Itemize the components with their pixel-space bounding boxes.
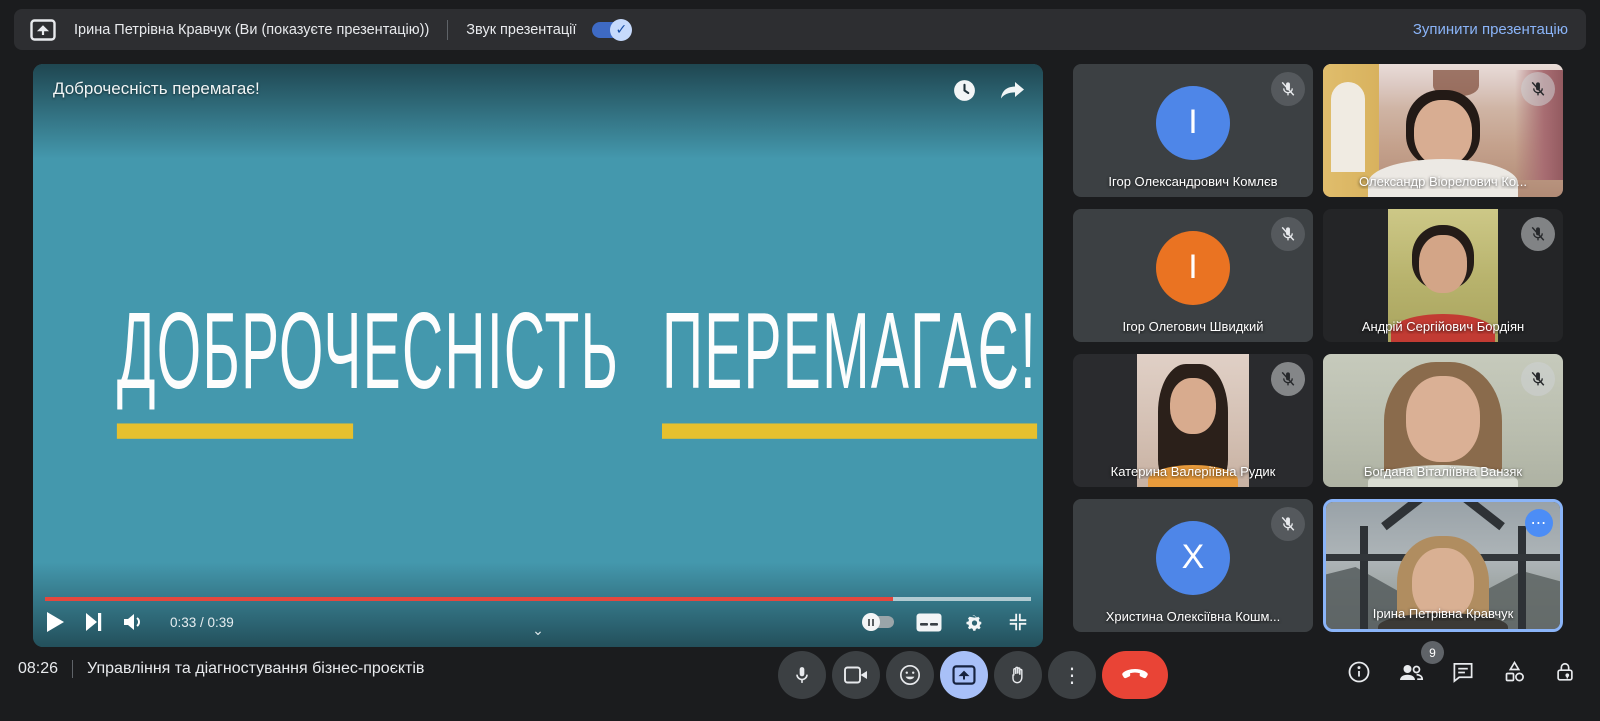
toggle-check-icon: ✓ <box>610 19 632 41</box>
participant-name: Богдана Віталіївна Ванзяк <box>1323 464 1563 479</box>
video-progress-bar[interactable] <box>45 597 1031 601</box>
microphone-button[interactable] <box>778 651 826 699</box>
participant-name: Христина Олексіївна Кошм... <box>1073 609 1313 624</box>
video-controls-bar: 0:33 / 0:39 <box>47 602 1029 642</box>
mic-off-icon <box>1271 362 1305 396</box>
camera-button[interactable] <box>832 651 880 699</box>
next-button[interactable] <box>86 613 102 631</box>
more-options-button[interactable]: ⋯ <box>1525 509 1553 537</box>
mic-off-icon <box>1271 507 1305 541</box>
divider <box>72 660 73 678</box>
collapse-icon[interactable] <box>1007 611 1029 633</box>
clock: 08:26 <box>18 660 58 678</box>
video-progress-played <box>45 597 893 601</box>
reactions-button[interactable] <box>886 651 934 699</box>
participant-name: Андрій Сергійович Бордіян <box>1323 319 1563 334</box>
watch-later-icon[interactable] <box>952 78 977 103</box>
participant-tile[interactable]: Олександр Віорелович Ко... <box>1323 64 1563 197</box>
leave-call-button[interactable] <box>1102 651 1168 699</box>
slide-word-1-block: ДОБРОЧЕСНІСТЬ <box>117 297 619 439</box>
video-title-link[interactable]: Доброчесність перемагає! <box>53 79 260 99</box>
self-view-tile[interactable]: ⋯ Ірина Петрівна Кравчук <box>1323 499 1563 632</box>
mic-off-icon <box>1271 217 1305 251</box>
yellow-underline-1 <box>117 423 353 438</box>
share-icon[interactable] <box>999 80 1027 102</box>
mic-off-icon <box>1521 72 1555 106</box>
participant-name: Катерина Валеріївна Рудик <box>1073 464 1313 479</box>
meeting-title: Управління та діагностування бізнес-проє… <box>87 660 424 678</box>
divider <box>447 20 448 40</box>
presentation-sound-label: Звук презентації <box>466 22 576 38</box>
avatar: Х <box>1156 521 1230 595</box>
present-screen-button[interactable] <box>940 651 988 699</box>
participant-tile[interactable]: Х Христина Олексіївна Кошм... <box>1073 499 1313 632</box>
participant-name: Ігор Олегович Швидкий <box>1073 319 1313 334</box>
more-options-button[interactable]: ⋮ <box>1048 651 1096 699</box>
slide-content: ДОБРОЧЕСНІСТЬ ПЕРЕМАГАЄ! <box>33 308 1043 428</box>
play-button[interactable] <box>47 612 64 632</box>
slide-heading-1: ДОБРОЧЕСНІСТЬ <box>117 297 619 406</box>
participant-name: Олександр Віорелович Ко... <box>1323 174 1563 189</box>
participant-count-badge: 9 <box>1421 641 1444 664</box>
people-panel-button[interactable] <box>1398 661 1424 683</box>
autoplay-pause-icon <box>862 613 880 631</box>
participant-tile[interactable]: Богдана Віталіївна Ванзяк <box>1323 354 1563 487</box>
participant-name: Ірина Петрівна Кравчук <box>1326 606 1560 621</box>
mic-off-icon <box>1271 72 1305 106</box>
meeting-panels <box>1347 660 1576 684</box>
call-controls: ⋮ <box>778 651 1168 699</box>
settings-gear-icon[interactable] <box>964 612 985 633</box>
participant-tile[interactable]: Андрій Сергійович Бордіян <box>1323 209 1563 342</box>
video-time-display: 0:33 / 0:39 <box>170 615 234 630</box>
presentation-top-bar: Ірина Петрівна Кравчук (Ви (показуєте пр… <box>14 9 1586 50</box>
raise-hand-button[interactable] <box>994 651 1042 699</box>
participant-tile[interactable]: Катерина Валеріївна Рудик <box>1073 354 1313 487</box>
mic-off-icon <box>1521 362 1555 396</box>
participant-name: Ігор Олександрович Комлєв <box>1073 174 1313 189</box>
subtitles-icon[interactable] <box>916 613 942 632</box>
mic-off-icon <box>1521 217 1555 251</box>
meeting-details-button[interactable] <box>1347 660 1371 684</box>
slide-word-2-block: ПЕРЕМАГАЄ! <box>662 297 1037 439</box>
participant-grid: І Ігор Олександрович Комлєв Олександр Ві… <box>1073 64 1563 632</box>
present-screen-icon <box>28 18 58 42</box>
participant-tile[interactable]: І Ігор Олегович Швидкий <box>1073 209 1313 342</box>
presentation-sound-toggle[interactable]: ✓ <box>592 22 630 38</box>
host-controls-button[interactable] <box>1554 660 1576 684</box>
yellow-underline-2 <box>662 423 1037 438</box>
presenter-label: Ірина Петрівна Кравчук (Ви (показуєте пр… <box>74 22 429 38</box>
avatar: І <box>1156 231 1230 305</box>
stop-presentation-button[interactable]: Зупинити презентацію <box>1413 21 1568 38</box>
autoplay-toggle[interactable] <box>864 616 894 628</box>
meeting-info: 08:26 Управління та діагностування бізне… <box>18 660 424 678</box>
shared-presentation-video[interactable]: ДОБРОЧЕСНІСТЬ ПЕРЕМАГАЄ! Доброчесність п… <box>33 64 1043 647</box>
slide-heading-2: ПЕРЕМАГАЄ! <box>662 297 1037 406</box>
activities-button[interactable] <box>1502 660 1527 684</box>
volume-icon[interactable] <box>124 613 144 631</box>
avatar: І <box>1156 86 1230 160</box>
participant-tile[interactable]: І Ігор Олександрович Комлєв <box>1073 64 1313 197</box>
chat-panel-button[interactable] <box>1451 661 1475 684</box>
